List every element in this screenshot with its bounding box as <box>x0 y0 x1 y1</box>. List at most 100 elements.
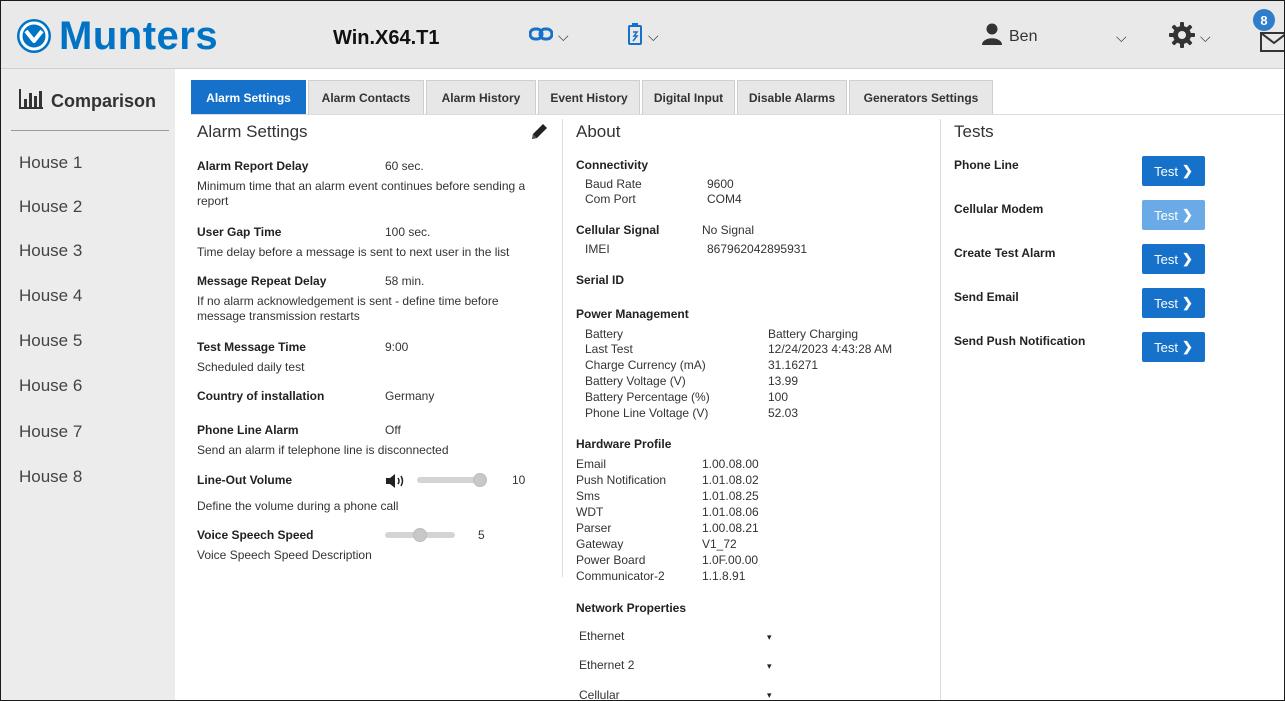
hardware-row-label: Push Notification <box>576 473 667 487</box>
user-name: Ben <box>1009 27 1038 45</box>
baud-rate-label: Baud Rate <box>585 177 642 191</box>
hardware-row-value: 1.0F.00.00 <box>702 553 759 567</box>
sidebar-item-house-3[interactable]: House 3 <box>19 241 82 261</box>
com-port-label: Com Port <box>585 192 636 206</box>
test-message-time-desc: Scheduled daily test <box>197 360 305 374</box>
hardware-row-value: 1.01.08.06 <box>702 505 759 519</box>
expand-arrow-icon[interactable]: ▾ <box>767 632 772 643</box>
chevron-down-icon: ⌵ <box>1200 29 1211 45</box>
test-button-label: Test <box>1154 163 1178 179</box>
tab-alarm-contacts[interactable]: Alarm Contacts <box>308 80 424 114</box>
hardware-row-value: 1.01.08.02 <box>702 473 759 487</box>
test-message-time-label: Test Message Time <box>197 340 306 354</box>
top-header: Munters Win.X64.T1 ⌵ ⌵ Ben ⌵ ⌵ 8 <box>1 1 1284 69</box>
hardware-row-label: Gateway <box>576 537 624 551</box>
settings-menu[interactable]: ⌵ <box>1169 22 1211 53</box>
network-item-cellular[interactable]: Cellular <box>579 688 620 700</box>
alarm-report-delay-desc: Minimum time that an alarm event continu… <box>197 179 526 208</box>
chevron-right-icon: ❯ <box>1181 251 1193 266</box>
country-value: Germany <box>385 389 435 403</box>
power-management-heading: Power Management <box>576 307 689 321</box>
network-item-ethernet[interactable]: Ethernet <box>579 629 624 643</box>
connection-menu[interactable]: ⌵ <box>528 25 569 48</box>
edit-pencil-icon[interactable] <box>529 122 549 147</box>
link-icon <box>528 25 554 48</box>
device-menu[interactable]: ⌵ <box>627 23 659 50</box>
tab-alarm-history[interactable]: Alarm History <box>426 80 536 114</box>
power-row-value: 31.16271 <box>768 358 819 372</box>
about-title: About <box>576 122 621 141</box>
phone-line-alarm-desc: Send an alarm if telephone line is disco… <box>197 443 449 457</box>
message-repeat-delay-desc: If no alarm acknowledgement is sent - de… <box>197 294 499 323</box>
speaker-icon <box>385 473 407 494</box>
voice-speech-speed-knob[interactable] <box>413 528 427 542</box>
power-row-value: 52.03 <box>768 406 799 420</box>
power-row-value: 100 <box>768 390 789 404</box>
create-test-alarm-button[interactable]: Test ❯ <box>1142 244 1205 274</box>
tab-disable-alarms[interactable]: Disable Alarms <box>737 80 847 114</box>
chevron-right-icon: ❯ <box>1181 207 1193 222</box>
tests-title: Tests <box>954 122 994 141</box>
chevron-down-icon: ⌵ <box>648 28 659 44</box>
voice-speech-speed-value: 5 <box>478 528 485 542</box>
send-push-notification-button[interactable]: Test ❯ <box>1142 332 1205 362</box>
hardware-row-label: Sms <box>576 489 600 503</box>
comparison-link[interactable]: Comparison <box>19 89 156 114</box>
test-button-label: Test <box>1154 251 1178 267</box>
sidebar-item-house-7[interactable]: House 7 <box>19 422 82 442</box>
voice-speech-speed-slider[interactable] <box>385 528 455 542</box>
tab-generators-settings[interactable]: Generators Settings <box>849 80 993 114</box>
expand-arrow-icon[interactable]: ▾ <box>767 690 772 700</box>
phone-line-test-label: Phone Line <box>954 158 1019 172</box>
chevron-right-icon: ❯ <box>1181 163 1193 178</box>
power-row-label: Battery Voltage (V) <box>585 374 686 388</box>
hardware-row-value: V1_72 <box>702 537 737 551</box>
tab-alarm-settings[interactable]: Alarm Settings <box>191 80 306 114</box>
cellular-modem-test-button[interactable]: Test ❯ <box>1142 200 1205 230</box>
app-window: Munters Win.X64.T1 ⌵ ⌵ Ben ⌵ ⌵ 8 Compari… <box>0 0 1285 701</box>
message-repeat-delay-value: 58 min. <box>385 274 425 288</box>
cellular-modem-test-label: Cellular Modem <box>954 202 1044 216</box>
network-properties-heading: Network Properties <box>576 601 687 615</box>
country-label: Country of installation <box>197 389 325 403</box>
line-out-volume-slider[interactable] <box>417 473 487 487</box>
phone-line-test-button[interactable]: Test ❯ <box>1142 156 1205 186</box>
chevron-right-icon: ❯ <box>1181 295 1193 310</box>
user-menu[interactable]: Ben <box>981 23 1037 50</box>
tab-event-history[interactable]: Event History <box>538 80 640 114</box>
line-out-volume-knob[interactable] <box>473 473 487 487</box>
sidebar-item-house-5[interactable]: House 5 <box>19 331 82 351</box>
network-item-ethernet-2[interactable]: Ethernet 2 <box>579 658 634 672</box>
power-row-label: Last Test <box>585 342 633 356</box>
comparison-label: Comparison <box>51 91 157 111</box>
sidebar: Comparison House 1 House 2 House 3 House… <box>1 69 175 700</box>
send-email-test-button[interactable]: Test ❯ <box>1142 288 1205 318</box>
hardware-row-label: WDT <box>576 505 604 519</box>
hardware-row-value: 1.1.8.91 <box>702 569 746 583</box>
tab-digital-input[interactable]: Digital Input <box>642 80 735 114</box>
notifications-button[interactable]: 8 <box>1251 9 1284 57</box>
brand-logo[interactable]: Munters <box>17 15 218 57</box>
sidebar-item-house-6[interactable]: House 6 <box>19 376 82 396</box>
power-row-label: Phone Line Voltage (V) <box>585 406 709 420</box>
line-out-volume-label: Line-Out Volume <box>197 473 293 487</box>
sidebar-item-house-4[interactable]: House 4 <box>19 286 82 306</box>
chevron-down-icon[interactable]: ⌵ <box>1116 29 1127 46</box>
power-row-value: 13.99 <box>768 374 799 388</box>
hardware-row-value: 1.00.08.21 <box>702 521 759 535</box>
user-gap-time-value: 100 sec. <box>385 225 431 239</box>
sidebar-item-house-1[interactable]: House 1 <box>19 153 82 173</box>
user-gap-time-label: User Gap Time <box>197 225 282 239</box>
power-row-label: Battery Percentage (%) <box>585 390 710 404</box>
notification-badge: 8 <box>1253 9 1275 31</box>
test-message-time-value: 9:00 <box>385 340 409 354</box>
user-gap-time-desc: Time delay before a message is sent to n… <box>197 245 510 259</box>
hardware-row-label: Parser <box>576 521 612 535</box>
hardware-row-label: Power Board <box>576 553 646 567</box>
expand-arrow-icon[interactable]: ▾ <box>767 661 772 672</box>
sidebar-item-house-8[interactable]: House 8 <box>19 467 82 487</box>
power-row-value: 12/24/2023 4:43:28 AM <box>768 342 893 356</box>
hardware-profile-heading: Hardware Profile <box>576 437 672 451</box>
sidebar-item-house-2[interactable]: House 2 <box>19 197 82 217</box>
tab-bar: Alarm Settings Alarm Contacts Alarm Hist… <box>191 80 995 114</box>
